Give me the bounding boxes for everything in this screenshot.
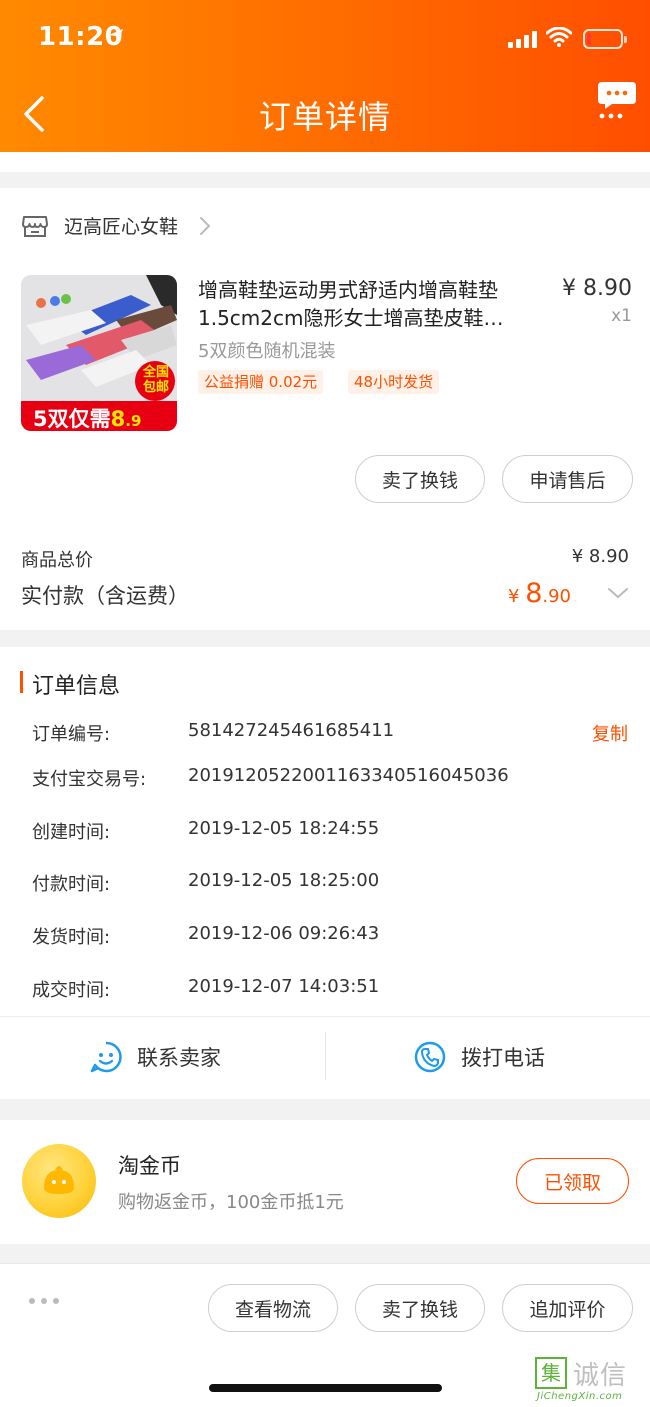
chevron-right-icon	[200, 216, 211, 235]
product-quantity: x1	[611, 306, 632, 326]
page-title: 订单详情	[258, 98, 391, 136]
shop-row[interactable]: 迈高匠心女鞋	[22, 212, 212, 239]
alipay-number-label: 支付宝交易号:	[32, 769, 147, 790]
coins-claimed-button[interactable]: 已领取	[516, 1158, 629, 1204]
status-bar: 11:20	[0, 0, 650, 80]
more-options-icon[interactable]	[29, 1298, 59, 1304]
shop-name: 迈高匠心女鞋	[64, 216, 179, 238]
cellular-signal-icon	[508, 30, 537, 48]
product-price: ¥ 8.90	[562, 276, 632, 301]
paid-time-value: 2019-12-05 18:25:00	[188, 870, 380, 891]
total-price-value: ¥ 8.90	[571, 546, 629, 567]
image-banner-text: 5双仅需	[33, 407, 111, 431]
divider	[0, 1016, 650, 1017]
sell-item-bottom-button[interactable]: 卖了换钱	[355, 1284, 485, 1332]
alipay-number-value: 2019120522001163340516045036	[188, 765, 509, 786]
coins-title: 淘金币	[118, 1154, 181, 1178]
total-price-label: 商品总价	[21, 550, 93, 571]
order-info-title: 订单信息	[32, 674, 121, 699]
completed-time-value: 2019-12-07 14:03:51	[188, 976, 380, 997]
location-arrow-icon	[109, 29, 123, 43]
chevron-down-icon[interactable]	[606, 585, 630, 601]
order-number-label: 订单编号:	[32, 724, 111, 745]
order-number-value: 581427245461685411	[188, 720, 395, 741]
paid-time-label: 付款时间:	[32, 874, 111, 895]
shipped-time-label: 发货时间:	[32, 927, 111, 948]
paid-currency: ¥	[508, 586, 526, 607]
coins-subtitle: 购物返金币，100金币抵1元	[118, 1192, 344, 1213]
paid-amount-label: 实付款（含运费）	[21, 584, 189, 608]
header-strip	[0, 152, 650, 172]
top-header: 11:20 订单详情	[0, 0, 650, 152]
copy-order-number-button[interactable]: 复制	[592, 720, 628, 746]
home-indicator[interactable]	[209, 1384, 442, 1392]
section-accent-bar	[20, 671, 23, 693]
sell-item-button[interactable]: 卖了换钱	[355, 455, 485, 503]
product-variant: 5双颜色随机混装	[198, 341, 336, 362]
created-time-label: 创建时间:	[32, 822, 111, 843]
view-logistics-button[interactable]: 查看物流	[208, 1284, 338, 1332]
vertical-divider	[325, 1032, 326, 1080]
watermark: 集 诚信 JiChengXin.com	[535, 1357, 648, 1403]
paid-decimal: .90	[542, 586, 572, 607]
product-title[interactable]: 增高鞋垫运动男式舒适内增高鞋垫1.5cm2cm隐形女士增高垫皮鞋…	[198, 276, 548, 332]
watermark-url: JiChengXin.com	[537, 1391, 623, 1402]
watermark-logo: 集	[535, 1357, 567, 1389]
message-more-icon[interactable]	[596, 78, 638, 120]
paid-amount-value: ¥ 8.90	[508, 578, 571, 609]
contact-seller-label: 联系卖家	[137, 1046, 221, 1070]
completed-time-label: 成交时间:	[32, 980, 111, 1001]
image-banner-price: 8	[110, 407, 126, 431]
contact-seller-button[interactable]: 联系卖家	[89, 1040, 221, 1074]
watermark-text: 诚信	[573, 1361, 628, 1391]
call-phone-button[interactable]: 拨打电话	[413, 1040, 545, 1074]
gold-coin-icon	[22, 1144, 96, 1218]
charity-tag: 公益捐赠 0.02元	[198, 370, 324, 394]
image-banner: 5双仅需8.9	[33, 403, 141, 431]
after-sale-button[interactable]: 申请售后	[502, 455, 633, 503]
phone-icon	[414, 1041, 446, 1073]
battery-icon	[583, 29, 627, 49]
shipped-time-value: 2019-12-06 09:26:43	[188, 923, 380, 944]
product-image[interactable]: 全国包邮 5双仅需8.9	[21, 275, 177, 431]
add-review-button[interactable]: 追加评价	[502, 1284, 633, 1332]
store-icon	[22, 215, 48, 237]
image-banner-price-decimal: .9	[125, 412, 142, 430]
created-time-value: 2019-12-05 18:24:55	[188, 818, 380, 839]
free-shipping-badge: 全国包邮	[142, 365, 169, 395]
wifi-icon	[546, 27, 572, 47]
shipping-time-tag: 48小时发货	[348, 370, 440, 394]
chat-face-icon	[90, 1041, 122, 1073]
paid-integer: 8	[525, 578, 543, 609]
call-phone-label: 拨打电话	[461, 1046, 545, 1070]
